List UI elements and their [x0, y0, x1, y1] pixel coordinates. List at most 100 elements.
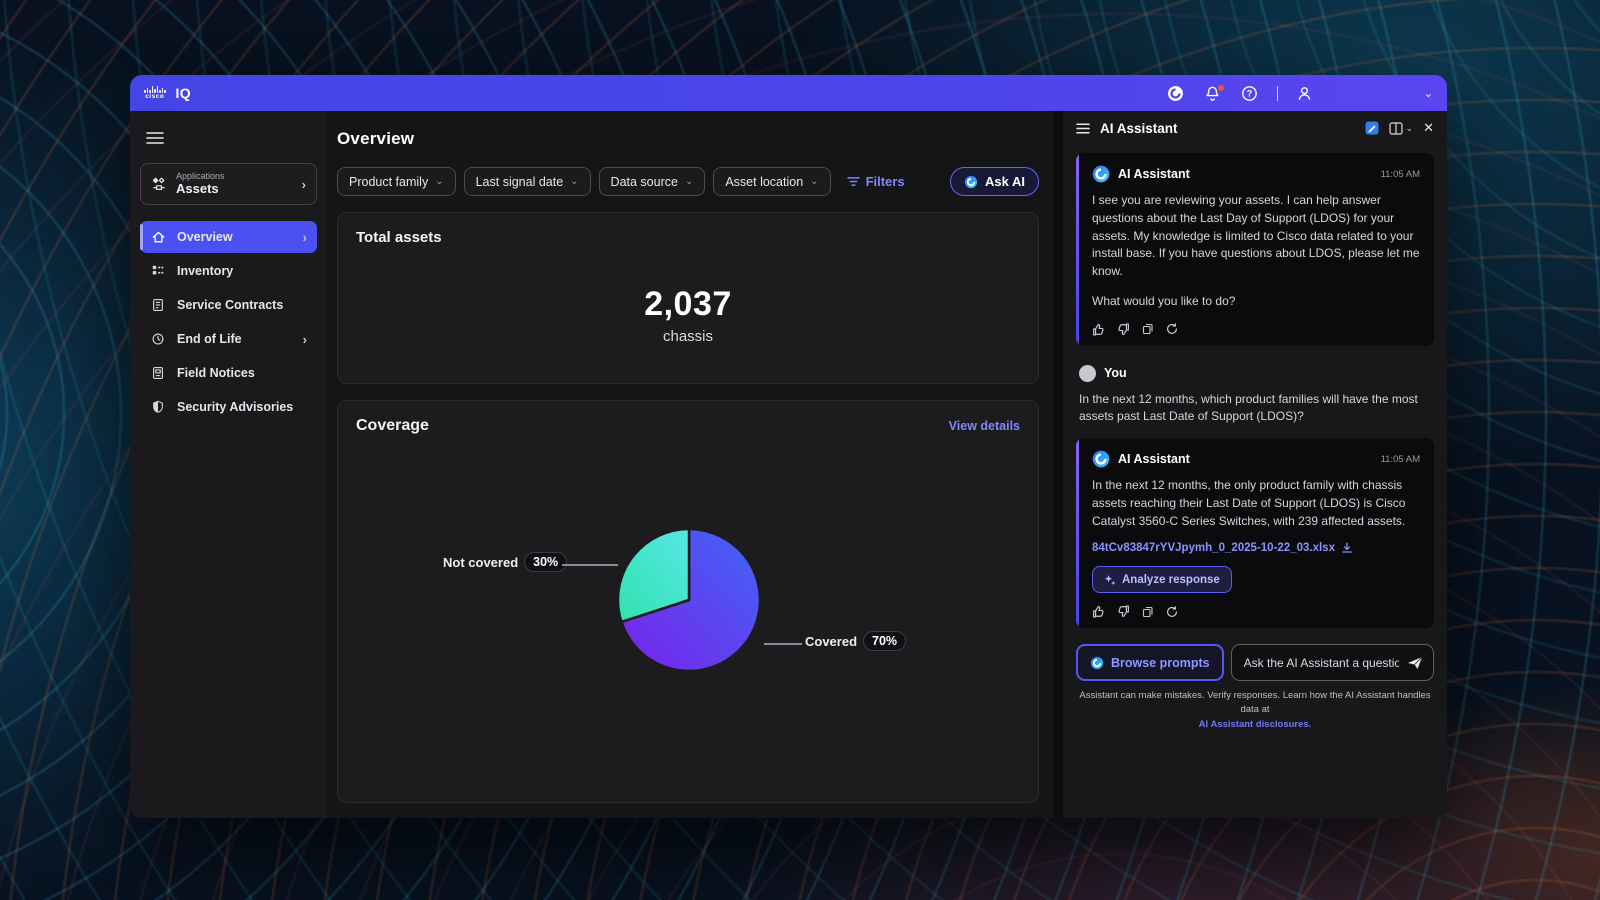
- close-panel-icon[interactable]: ✕: [1423, 120, 1434, 136]
- sidebar-item-service-contracts[interactable]: Service Contracts: [140, 289, 317, 321]
- analyze-response-label: Analyze response: [1122, 574, 1220, 586]
- filter-label: Data source: [611, 175, 678, 189]
- covered-label: Covered: [805, 634, 857, 649]
- app-window: cisco IQ ? ⌄: [130, 75, 1447, 818]
- attachment-link[interactable]: 84tCv83847rYVJpymh_0_2025-10-22_03.xlsx: [1092, 542, 1335, 554]
- sidebar-item-field-notices[interactable]: Field Notices: [140, 357, 317, 389]
- clock-icon: [150, 331, 166, 347]
- message-time: 11:05 AM: [1381, 454, 1420, 465]
- assistant-disclaimer: Assistant can make mistakes. Verify resp…: [1076, 689, 1434, 732]
- sidebar-item-security-advisories[interactable]: Security Advisories: [140, 391, 317, 423]
- message-sender: AI Assistant: [1118, 167, 1190, 181]
- assistant-question-inputbox: [1231, 644, 1434, 681]
- page-title: Overview: [337, 129, 1053, 149]
- document-icon: [150, 297, 166, 313]
- chevron-right-icon: ›: [302, 177, 306, 192]
- main-content: Overview Product family ⌄ Last signal da…: [327, 111, 1053, 818]
- panel-menu-icon[interactable]: [1076, 123, 1090, 134]
- sidebar-nav: Overview › Inventory Service Contracts: [140, 221, 317, 423]
- total-assets-card: Total assets 2,037 chassis: [337, 212, 1039, 384]
- coverage-pie-chart: [614, 525, 764, 675]
- regenerate-icon[interactable]: [1166, 323, 1178, 335]
- sidebar-item-label: Security Advisories: [177, 400, 293, 414]
- download-icon[interactable]: [1341, 542, 1353, 554]
- new-chat-compose-icon[interactable]: [1365, 121, 1379, 135]
- assistant-question-input[interactable]: [1244, 656, 1399, 670]
- user-avatar: [1079, 365, 1096, 382]
- sidebar-menu-icon[interactable]: [146, 131, 164, 145]
- help-icon[interactable]: ?: [1240, 83, 1260, 103]
- thumbs-down-icon[interactable]: [1117, 323, 1130, 336]
- ask-ai-label: Ask AI: [985, 174, 1025, 189]
- disclaimer-link[interactable]: AI Assistant disclosures.: [1199, 719, 1312, 730]
- message-sender: AI Assistant: [1118, 452, 1190, 466]
- filter-product-family[interactable]: Product family ⌄: [337, 167, 456, 196]
- browse-prompts-button[interactable]: Browse prompts: [1076, 644, 1224, 681]
- app-switcher-assets[interactable]: Applications Assets ›: [140, 163, 317, 205]
- sidebar-item-label: End of Life: [177, 332, 242, 346]
- panel-layout-icon[interactable]: ⌄: [1389, 122, 1414, 135]
- regenerate-icon[interactable]: [1166, 606, 1178, 618]
- not-covered-percent-badge: 30%: [524, 552, 567, 572]
- ai-assistant-header: AI Assistant ⌄ ✕: [1063, 111, 1447, 145]
- pie-label-not-covered: Not covered 30%: [443, 552, 567, 572]
- message-actions: [1092, 323, 1420, 336]
- main-panel-divider: [1053, 111, 1063, 818]
- sidebar-item-label: Overview: [177, 230, 233, 244]
- desktop-background: { "topbar": { "brand": "cisco", "product…: [0, 0, 1600, 900]
- ai-avatar: [1092, 165, 1110, 183]
- sidebar-item-label: Service Contracts: [177, 298, 283, 312]
- total-assets-unit: chassis: [338, 328, 1038, 345]
- chat-messages: AI Assistant 11:05 AM I see you are revi…: [1063, 145, 1447, 628]
- user-message: You In the next 12 months, which product…: [1076, 355, 1434, 439]
- ai-assistant-icon[interactable]: [1166, 83, 1186, 103]
- analyze-response-button[interactable]: Analyze response: [1092, 566, 1232, 593]
- copy-icon[interactable]: [1142, 606, 1154, 618]
- chevron-down-icon: ⌄: [685, 176, 693, 187]
- sparkles-icon: [1104, 574, 1116, 586]
- coverage-card: Coverage View details Not covered: [337, 400, 1039, 803]
- filters-button[interactable]: Filters: [847, 174, 905, 189]
- ai-avatar: [1092, 450, 1110, 468]
- covered-percent-badge: 70%: [863, 631, 906, 651]
- message-sender: You: [1104, 366, 1127, 380]
- filter-asset-location[interactable]: Asset location ⌄: [713, 167, 830, 196]
- sidebar-item-end-of-life[interactable]: End of Life ›: [140, 323, 317, 355]
- thumbs-up-icon[interactable]: [1092, 605, 1105, 618]
- sidebar: Applications Assets › Overview ›: [130, 111, 327, 818]
- message-text: What would you like to do?: [1092, 293, 1420, 311]
- sidebar-item-label: Field Notices: [177, 366, 255, 380]
- user-account-icon[interactable]: [1295, 83, 1315, 103]
- view-details-link[interactable]: View details: [949, 419, 1020, 433]
- filter-last-signal-date[interactable]: Last signal date ⌄: [464, 167, 591, 196]
- browse-prompts-label: Browse prompts: [1111, 656, 1210, 670]
- coverage-title: Coverage: [356, 417, 1020, 435]
- thumbs-up-icon[interactable]: [1092, 323, 1105, 336]
- message-text: I see you are reviewing your assets. I c…: [1092, 192, 1420, 281]
- home-icon: [150, 229, 166, 245]
- notifications-bell-icon[interactable]: [1203, 83, 1223, 103]
- attachment-row[interactable]: 84tCv83847rYVJpymh_0_2025-10-22_03.xlsx: [1092, 542, 1420, 554]
- sidebar-item-inventory[interactable]: Inventory: [140, 255, 317, 287]
- chevron-right-icon: ›: [303, 230, 307, 245]
- cisco-logo: cisco: [144, 85, 166, 101]
- ask-ai-button[interactable]: Ask AI: [950, 167, 1039, 196]
- send-icon[interactable]: [1407, 656, 1423, 670]
- filter-bar: Product family ⌄ Last signal date ⌄ Data…: [337, 167, 1039, 196]
- filter-data-source[interactable]: Data source ⌄: [599, 167, 706, 196]
- topbar-chevron-down-icon[interactable]: ⌄: [1424, 87, 1433, 100]
- pie-label-covered: Covered 70%: [805, 631, 906, 651]
- filters-button-label: Filters: [866, 174, 905, 189]
- copy-icon[interactable]: [1142, 323, 1154, 335]
- chevron-down-icon: ⌄: [435, 176, 443, 187]
- chevron-down-icon: ⌄: [1406, 123, 1414, 134]
- topbar-actions: ? ⌄: [1166, 83, 1433, 103]
- applications-icon: [151, 176, 167, 192]
- ai-assistant-panel: AI Assistant ⌄ ✕ AI: [1063, 111, 1447, 818]
- brand: cisco IQ: [144, 85, 191, 101]
- sidebar-item-overview[interactable]: Overview ›: [140, 221, 317, 253]
- message-actions: [1092, 605, 1420, 618]
- ai-message: AI Assistant 11:05 AM I see you are revi…: [1076, 153, 1434, 346]
- thumbs-down-icon[interactable]: [1117, 605, 1130, 618]
- notice-document-icon: [150, 365, 166, 381]
